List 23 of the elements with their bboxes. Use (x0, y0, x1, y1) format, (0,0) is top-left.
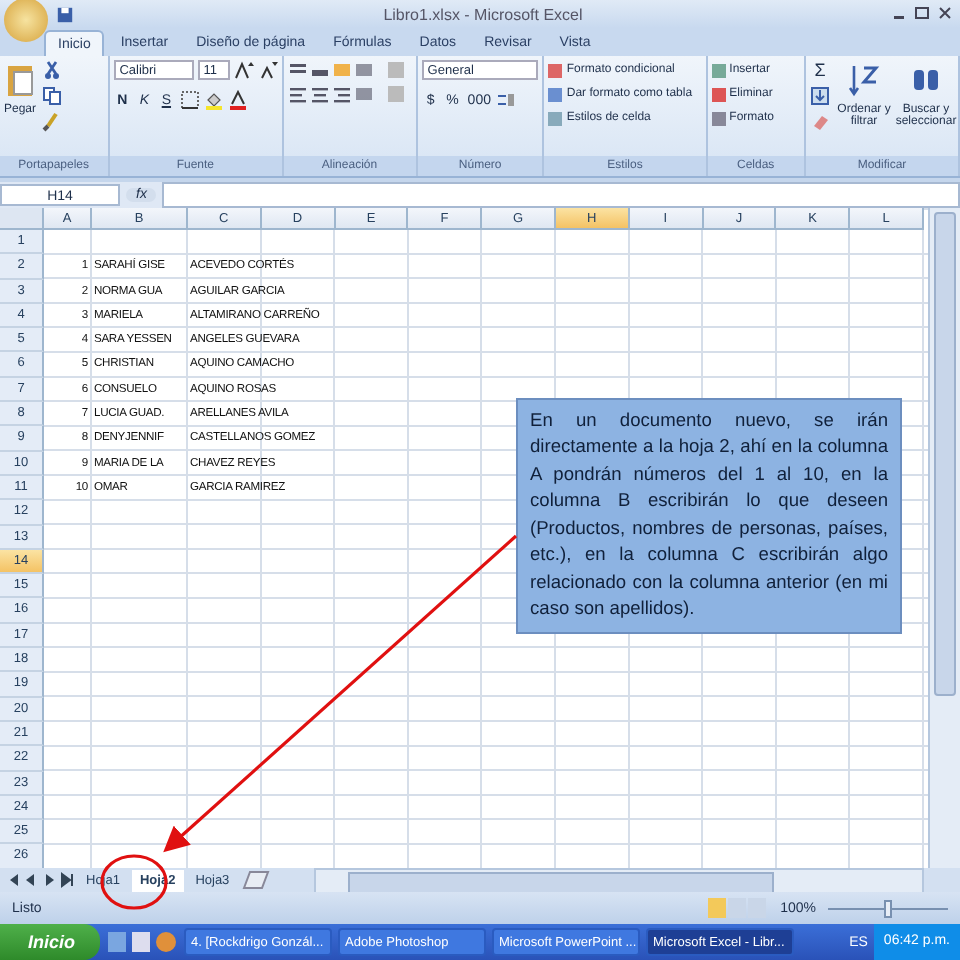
window-title: Libro1.xlsx - Microsoft Excel (381, 5, 585, 23)
sheet-nav-icon[interactable] (6, 872, 74, 888)
note-text: En un documento nuevo, se irán directamente a la hoja 2, ahí en la columna A pondrán números del 1 al 10, en la columna B escribirán lo que deseen (Productos, nombres de personas, países, etc.), en la columna C escribirán algo relacionado con la columna anterior (en mi caso son apellidos). (530, 410, 888, 619)
fill-down-icon[interactable] (810, 86, 831, 106)
decimal-icon[interactable] (496, 90, 517, 110)
brush-icon[interactable] (42, 112, 63, 132)
formula-field[interactable] (162, 182, 960, 208)
cut-icon[interactable] (42, 60, 63, 80)
autosum-button[interactable]: Σ (810, 60, 831, 80)
save-icon[interactable] (56, 5, 74, 23)
fill-color-icon[interactable] (203, 90, 224, 110)
quick-launch-icons[interactable] (105, 930, 178, 954)
zoom-thumb[interactable] (884, 899, 892, 917)
grow-font-icon[interactable] (233, 60, 254, 80)
window-controls-icon[interactable] (892, 6, 952, 22)
border-icon[interactable] (179, 90, 200, 110)
sort-icon (848, 60, 881, 100)
font-color-icon[interactable] (227, 90, 248, 110)
clipboard-icon (4, 60, 36, 100)
horizontal-scrollbar[interactable] (313, 867, 924, 893)
vertical-scrollbar[interactable] (928, 208, 960, 868)
shrink-font-icon[interactable] (257, 60, 278, 80)
copy-icon[interactable] (42, 86, 63, 106)
